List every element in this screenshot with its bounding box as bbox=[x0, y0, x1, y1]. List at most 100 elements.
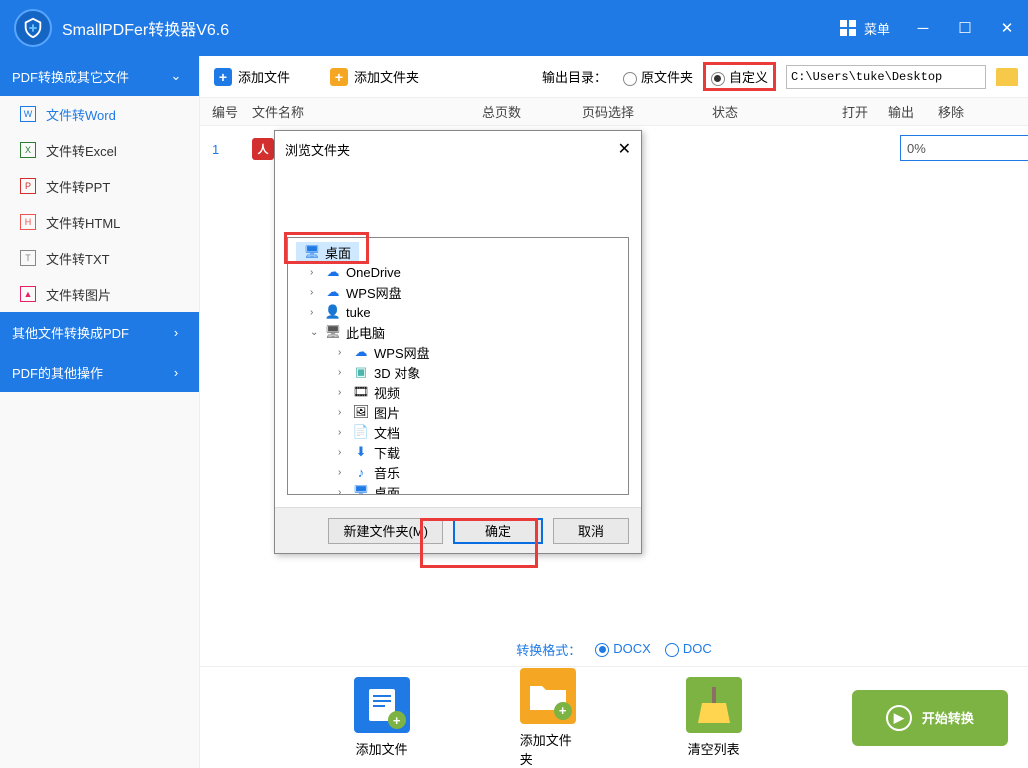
th-range: 页码选择 bbox=[582, 102, 712, 121]
sidebar-item-word[interactable]: W文件转Word bbox=[0, 96, 199, 132]
bottom-clear-list[interactable]: 清空列表 bbox=[686, 677, 742, 758]
close-button[interactable]: ✕ bbox=[1000, 21, 1014, 35]
toolbar-add-folder-label: 添加文件夹 bbox=[354, 67, 419, 86]
sidebar-item-ppt[interactable]: P文件转PPT bbox=[0, 168, 199, 204]
bottom-bar: + 添加文件 + 添加文件夹 清空列表 ▶ 开始转换 bbox=[200, 666, 1028, 768]
monitor-icon: 🖥 bbox=[304, 244, 320, 260]
app-logo bbox=[14, 9, 52, 47]
txt-icon: T bbox=[20, 250, 36, 266]
menu-button[interactable]: 菜单 bbox=[840, 19, 890, 38]
plus-badge-icon: + bbox=[388, 711, 406, 729]
table-header: 编号 文件名称 总页数 页码选择 状态 打开 输出 移除 bbox=[200, 98, 1028, 126]
tree-item-docs[interactable]: ›📄文档 bbox=[288, 422, 628, 442]
excel-icon: X bbox=[20, 142, 36, 158]
music-icon: ♪ bbox=[353, 464, 369, 480]
progress-value: 0% bbox=[901, 141, 1028, 156]
expander-icon[interactable]: › bbox=[338, 407, 348, 418]
tree-item-onedrive[interactable]: ›☁OneDrive bbox=[288, 262, 628, 282]
toolbar-add-file[interactable]: + 添加文件 bbox=[214, 67, 290, 86]
expander-icon[interactable]: › bbox=[338, 487, 348, 496]
expander-icon[interactable]: › bbox=[338, 427, 348, 438]
tree-item-pictures[interactable]: ›🖼图片 bbox=[288, 402, 628, 422]
tree-item-downloads[interactable]: ›⬇下载 bbox=[288, 442, 628, 462]
row-num: 1 bbox=[212, 142, 252, 157]
expander-icon[interactable]: › bbox=[338, 447, 348, 458]
tree-item-user[interactable]: ›👤tuke bbox=[288, 302, 628, 322]
sidebar-section-convert-from-pdf[interactable]: PDF转换成其它文件 ⌄ bbox=[0, 56, 199, 96]
convert-format-row: 转换格式： DOCX DOC bbox=[200, 636, 1028, 662]
cube-icon: ▣ bbox=[353, 364, 369, 380]
user-icon: 👤 bbox=[325, 304, 341, 320]
new-folder-button[interactable]: 新建文件夹(M) bbox=[328, 518, 443, 544]
th-open: 打开 bbox=[842, 102, 888, 121]
app-title: SmallPDFer转换器V6.6 bbox=[62, 16, 840, 40]
tree-item-desktop2[interactable]: ›🖥桌面 bbox=[288, 482, 628, 495]
radio-docx[interactable]: DOCX bbox=[595, 641, 651, 657]
radio-custom[interactable]: 自定义 bbox=[711, 70, 768, 85]
expander-icon[interactable]: › bbox=[310, 267, 320, 278]
start-convert-button[interactable]: ▶ 开始转换 bbox=[852, 690, 1008, 746]
start-label: 开始转换 bbox=[922, 708, 974, 727]
expander-icon[interactable]: › bbox=[338, 347, 348, 358]
bottom-add-folder-label: 添加文件夹 bbox=[520, 730, 576, 768]
tree-item-3d[interactable]: ›▣3D 对象 bbox=[288, 362, 628, 382]
plus-badge-icon: + bbox=[554, 702, 572, 720]
expander-icon[interactable]: › bbox=[338, 367, 348, 378]
folder-tree[interactable]: 🖥桌面 ›☁OneDrive ›☁WPS网盘 ›👤tuke ⌄🖥此电脑 ›☁WP… bbox=[287, 237, 629, 495]
word-icon: W bbox=[20, 106, 36, 122]
format-label: 转换格式： bbox=[516, 640, 581, 659]
expander-icon[interactable]: ⌄ bbox=[310, 327, 320, 338]
html-icon: H bbox=[20, 214, 36, 230]
menu-label: 菜单 bbox=[864, 19, 890, 38]
sidebar-item-txt[interactable]: T文件转TXT bbox=[0, 240, 199, 276]
folder-icon: + bbox=[520, 668, 576, 724]
sidebar-item-image[interactable]: ▲文件转图片 bbox=[0, 276, 199, 312]
th-status: 状态 bbox=[712, 102, 842, 121]
bottom-add-file[interactable]: + 添加文件 bbox=[354, 677, 410, 758]
ok-button[interactable]: 确定 bbox=[453, 518, 543, 544]
th-num: 编号 bbox=[212, 102, 252, 121]
sidebar-item-excel[interactable]: X文件转Excel bbox=[0, 132, 199, 168]
expander-icon[interactable]: › bbox=[338, 467, 348, 478]
dialog-close-icon[interactable]: ✕ bbox=[618, 139, 631, 159]
tree-item-desktop[interactable]: 🖥桌面 bbox=[296, 242, 359, 262]
expander-icon[interactable]: › bbox=[338, 387, 348, 398]
highlight-custom-radio: 自定义 bbox=[703, 62, 776, 91]
chevron-right-icon: › bbox=[169, 325, 183, 340]
th-del: 移除 bbox=[938, 102, 978, 121]
tree-item-wps2[interactable]: ›☁WPS网盘 bbox=[288, 342, 628, 362]
bottom-add-file-label: 添加文件 bbox=[356, 739, 408, 758]
tree-item-thispc[interactable]: ⌄🖥此电脑 bbox=[288, 322, 628, 342]
pc-icon: 🖥 bbox=[325, 324, 341, 340]
sidebar-section-pdf-other[interactable]: PDF的其他操作 › bbox=[0, 352, 199, 392]
radio-original-folder[interactable]: 原文件夹 bbox=[623, 67, 693, 86]
expander-icon[interactable]: › bbox=[310, 307, 320, 318]
dialog-titlebar: 浏览文件夹 ✕ bbox=[275, 131, 641, 167]
progress-bar[interactable]: 0% ▶ bbox=[900, 135, 1028, 161]
tree-item-music[interactable]: ›♪音乐 bbox=[288, 462, 628, 482]
chevron-down-icon: ⌄ bbox=[169, 68, 183, 84]
window-controls: ─ ☐ ✕ bbox=[916, 21, 1014, 35]
minimize-button[interactable]: ─ bbox=[916, 21, 930, 35]
toolbar-add-file-label: 添加文件 bbox=[238, 67, 290, 86]
maximize-button[interactable]: ☐ bbox=[958, 21, 972, 35]
cloud-icon: ☁ bbox=[325, 284, 341, 300]
radio-doc[interactable]: DOC bbox=[665, 641, 712, 657]
cloud-icon: ☁ bbox=[353, 344, 369, 360]
toolbar-add-folder[interactable]: + 添加文件夹 bbox=[330, 67, 419, 86]
bottom-add-folder[interactable]: + 添加文件夹 bbox=[520, 668, 576, 768]
th-pages: 总页数 bbox=[482, 102, 582, 121]
output-label: 输出目录： bbox=[542, 67, 607, 86]
docs-icon: 📄 bbox=[353, 424, 369, 440]
pdf-icon: 人 bbox=[252, 138, 274, 160]
cancel-button[interactable]: 取消 bbox=[553, 518, 629, 544]
sidebar-item-html[interactable]: H文件转HTML bbox=[0, 204, 199, 240]
sidebar-section-convert-to-pdf[interactable]: 其他文件转换成PDF › bbox=[0, 312, 199, 352]
play-icon: ▶ bbox=[886, 705, 912, 731]
tree-item-video[interactable]: ›🎞视频 bbox=[288, 382, 628, 402]
browse-folder-icon[interactable] bbox=[996, 68, 1018, 86]
tree-item-wps[interactable]: ›☁WPS网盘 bbox=[288, 282, 628, 302]
dialog-buttons: 新建文件夹(M) 确定 取消 bbox=[275, 507, 641, 553]
expander-icon[interactable]: › bbox=[310, 287, 320, 298]
output-path-input[interactable] bbox=[786, 65, 986, 89]
